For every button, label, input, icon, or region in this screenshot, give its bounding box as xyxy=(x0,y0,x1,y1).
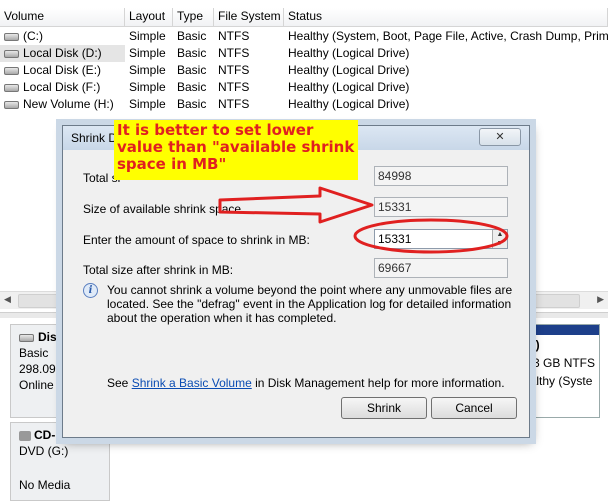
volume-file-system: NTFS xyxy=(218,46,250,60)
volume-status: Healthy (Logical Drive) xyxy=(288,46,410,60)
volume-type: Basic xyxy=(177,97,207,111)
volume-name: (C:) xyxy=(23,29,43,43)
help-line: See Shrink a Basic Volume in Disk Manage… xyxy=(107,376,505,390)
volume-file-system: NTFS xyxy=(218,97,250,111)
drive-icon xyxy=(4,83,19,92)
drive-icon xyxy=(4,49,19,58)
dialog-body: Total si 84998 Size of available shrink … xyxy=(69,150,523,431)
volume-name: Local Disk (F:) xyxy=(23,80,101,94)
help-prefix: See xyxy=(107,376,132,390)
drive-icon xyxy=(4,100,19,109)
disk-icon xyxy=(19,333,34,342)
volume-list-header: Volume Layout Type File System Status xyxy=(0,8,608,27)
info-icon: i xyxy=(83,283,98,298)
volume-status: Healthy (Logical Drive) xyxy=(288,80,410,94)
total-size-field: 84998 xyxy=(374,166,508,186)
table-row[interactable]: Local Disk (D:) Simple Basic NTFS Health… xyxy=(0,45,608,62)
scroll-left-icon[interactable]: ◀ xyxy=(4,294,11,305)
disk-name: Disk xyxy=(38,330,64,344)
cancel-button[interactable]: Cancel xyxy=(431,397,517,419)
column-header-file-system[interactable]: File System xyxy=(214,8,284,26)
column-header-type[interactable]: Type xyxy=(173,8,214,26)
shrink-help-link[interactable]: Shrink a Basic Volume xyxy=(132,376,252,390)
volume-type: Basic xyxy=(177,46,207,60)
volume-name: Local Disk (D:) xyxy=(23,46,102,60)
volume-name: New Volume (H:) xyxy=(23,97,114,111)
spin-up-icon[interactable]: ▲ xyxy=(493,230,507,239)
close-icon: ✕ xyxy=(495,131,505,143)
volume-status: Healthy (Logical Drive) xyxy=(288,63,410,77)
cd-drive-icon xyxy=(19,430,31,441)
scroll-right-icon[interactable]: ▶ xyxy=(597,294,604,305)
volume-layout: Simple xyxy=(129,46,166,60)
volume-layout: Simple xyxy=(129,80,166,94)
volume-type: Basic xyxy=(177,63,207,77)
partition-color-bar xyxy=(521,325,599,335)
volume-type: Basic xyxy=(177,80,207,94)
volume-name: Local Disk (E:) xyxy=(23,63,102,77)
info-message: i You cannot shrink a volume beyond the … xyxy=(83,283,513,325)
table-row[interactable]: New Volume (H:) Simple Basic NTFS Health… xyxy=(0,96,608,113)
help-suffix: in Disk Management help for more informa… xyxy=(251,376,505,390)
info-text: You cannot shrink a volume beyond the po… xyxy=(107,283,513,325)
cdrom-drive: DVD (G:) xyxy=(19,444,69,458)
spin-buttons[interactable]: ▲ ▼ xyxy=(492,230,507,248)
close-button[interactable]: ✕ xyxy=(479,128,521,146)
volume-file-system: NTFS xyxy=(218,80,250,94)
volume-file-system: NTFS xyxy=(218,63,250,77)
annotation-note: It is better to set lower value than "av… xyxy=(114,120,358,180)
size-after-label: Total size after shrink in MB: xyxy=(83,263,234,277)
column-header-volume[interactable]: Volume xyxy=(0,8,125,26)
dialog-title: Shrink D xyxy=(71,131,118,145)
table-row[interactable]: Local Disk (E:) Simple Basic NTFS Health… xyxy=(0,62,608,79)
volume-status: Healthy (Logical Drive) xyxy=(288,97,410,111)
spin-down-icon[interactable]: ▼ xyxy=(493,239,507,248)
partition-size: ,53 GB NTFS xyxy=(523,356,596,370)
shrink-amount-value: 15331 xyxy=(378,232,412,246)
available-shrink-field: 15331 xyxy=(374,197,508,217)
cdrom-media: No Media xyxy=(19,478,71,492)
shrink-amount-label: Enter the amount of space to shrink in M… xyxy=(83,233,310,247)
drive-icon xyxy=(4,66,19,75)
volume-layout: Simple xyxy=(129,29,166,43)
shrink-button[interactable]: Shrink xyxy=(341,397,427,419)
volume-status: Healthy (System, Boot, Page File, Active… xyxy=(288,29,608,43)
column-header-status[interactable]: Status xyxy=(284,8,608,26)
size-after-field: 69667 xyxy=(374,258,508,278)
drive-icon xyxy=(4,32,19,41)
partition-c[interactable]: C:) ,53 GB NTFS ealthy (Syste xyxy=(520,324,600,418)
volume-type: Basic xyxy=(177,29,207,43)
volume-file-system: NTFS xyxy=(218,29,250,43)
partition-label: C:) xyxy=(523,338,540,352)
table-row[interactable]: Local Disk (F:) Simple Basic NTFS Health… xyxy=(0,79,608,96)
column-header-layout[interactable]: Layout xyxy=(125,8,173,26)
volume-layout: Simple xyxy=(129,97,166,111)
volume-layout: Simple xyxy=(129,63,166,77)
table-row[interactable]: (C:) Simple Basic NTFS Healthy (System, … xyxy=(0,28,608,45)
available-shrink-label: Size of available shrink space xyxy=(83,202,242,216)
partition-status: ealthy (Syste xyxy=(523,374,593,388)
volume-rows: (C:) Simple Basic NTFS Healthy (System, … xyxy=(0,28,608,113)
shrink-amount-stepper[interactable]: 15331 ▲ ▼ xyxy=(374,229,508,249)
